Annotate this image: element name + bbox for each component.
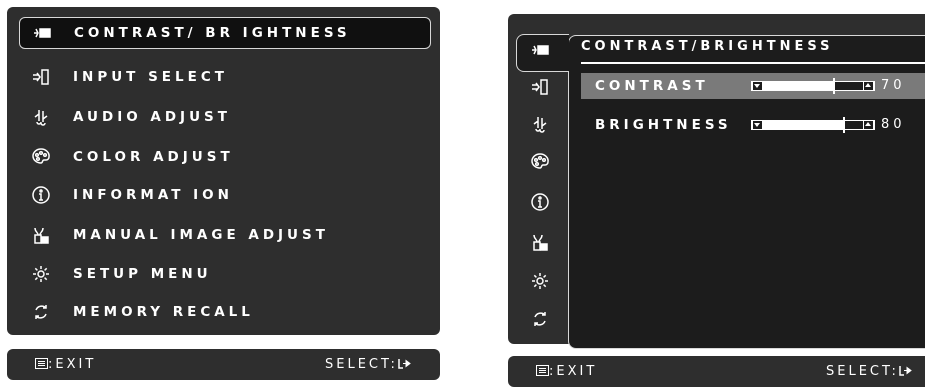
brightness-slider[interactable] <box>751 117 875 133</box>
decrease-arrow-icon[interactable] <box>753 121 762 129</box>
menu-item-information[interactable]: INFORMAT ION <box>19 180 429 210</box>
menu-label: CONTRAST/ BR IGHTNESS <box>74 25 351 41</box>
main-menu-panel: CONTRAST/ BR IGHTNESS INPUT SELECT AUDIO… <box>7 7 440 335</box>
info-icon <box>29 184 53 206</box>
osd-submenu-panel: CONTRAST/BRIGHTNESS CONTRAST 70 BRIGHTNE… <box>508 14 925 349</box>
audio-icon <box>29 106 53 128</box>
slider-thumb[interactable] <box>843 117 845 133</box>
menu-item-contrast-brightness[interactable]: CONTRAST/ BR IGHTNESS <box>19 17 431 49</box>
menu-label: INPUT SELECT <box>73 69 228 85</box>
brightness-value: 80 <box>881 117 906 132</box>
menu-key-icon <box>35 358 48 369</box>
brightness-label: BRIGHTNESS <box>595 117 732 133</box>
contrast-row[interactable]: CONTRAST 70 <box>581 73 925 99</box>
contrast-slider[interactable] <box>751 78 875 94</box>
enter-key-icon <box>398 359 411 369</box>
menu-label: AUDIO ADJUST <box>73 109 231 125</box>
contrast-icon <box>30 22 54 44</box>
menu-item-input-select[interactable]: INPUT SELECT <box>19 62 429 92</box>
contrast-label: CONTRAST <box>595 78 709 94</box>
brightness-row[interactable]: BRIGHTNESS 80 <box>581 112 925 138</box>
memory-recall-icon[interactable] <box>528 308 552 330</box>
left-footer-bar: :EXIT SELECT: <box>7 349 440 380</box>
menu-item-memory-recall[interactable]: MEMORY RECALL <box>19 297 429 327</box>
decrease-arrow-icon[interactable] <box>753 82 762 90</box>
exit-label: :EXIT <box>48 357 97 372</box>
menu-item-audio-adjust[interactable]: AUDIO ADJUST <box>19 102 429 132</box>
palette-icon <box>29 146 53 168</box>
menu-key-icon <box>536 365 549 376</box>
info-icon[interactable] <box>528 191 552 213</box>
contrast-value: 70 <box>881 78 906 93</box>
exit-hint: :EXIT <box>35 357 96 372</box>
select-hint: SELECT: <box>826 364 912 379</box>
audio-icon[interactable] <box>528 113 552 135</box>
select-hint: SELECT: <box>325 357 411 372</box>
input-select-icon[interactable] <box>528 76 552 98</box>
slider-thumb[interactable] <box>833 78 835 94</box>
select-label: SELECT: <box>826 364 899 379</box>
memory-recall-icon <box>29 301 53 323</box>
slider-empty-track <box>845 121 863 129</box>
increase-arrow-icon[interactable] <box>864 82 873 90</box>
right-footer-bar: :EXIT SELECT: <box>508 356 925 387</box>
enter-key-icon <box>899 366 912 376</box>
menu-label: SETUP MENU <box>73 266 212 282</box>
exit-hint: :EXIT <box>536 364 597 379</box>
exit-label: :EXIT <box>549 364 598 379</box>
contrast-icon[interactable] <box>528 39 552 61</box>
select-label: SELECT: <box>325 357 398 372</box>
menu-item-manual-image-adjust[interactable]: MANUAL IMAGE ADJUST <box>19 220 429 250</box>
title-underline <box>581 62 925 64</box>
palette-icon[interactable] <box>528 151 552 173</box>
menu-item-setup-menu[interactable]: SETUP MENU <box>19 259 429 289</box>
increase-arrow-icon[interactable] <box>864 121 873 129</box>
gear-icon[interactable] <box>528 270 552 292</box>
slider-empty-track <box>835 82 863 90</box>
menu-item-color-adjust[interactable]: COLOR ADJUST <box>19 142 429 172</box>
gear-icon <box>29 263 53 285</box>
image-adjust-icon <box>29 224 53 246</box>
image-adjust-icon[interactable] <box>528 231 552 253</box>
input-select-icon <box>29 66 53 88</box>
menu-label: COLOR ADJUST <box>73 149 234 165</box>
menu-label: MANUAL IMAGE ADJUST <box>73 227 329 243</box>
menu-label: INFORMAT ION <box>73 187 233 203</box>
menu-label: MEMORY RECALL <box>73 304 254 320</box>
submenu-title: CONTRAST/BRIGHTNESS <box>581 39 834 54</box>
